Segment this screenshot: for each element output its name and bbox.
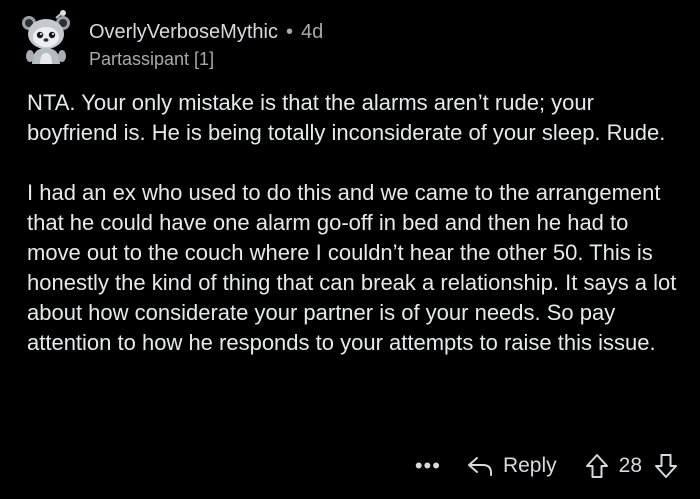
author-username[interactable]: OverlyVerboseMythic [89,19,278,45]
user-flair: Partassipant [1] [89,49,215,69]
comment-paragraph: NTA. Your only mistake is that the alarm… [27,90,666,145]
snoo-avatar-icon [22,10,70,64]
downvote-arrow-icon[interactable] [654,453,678,479]
more-options-button[interactable]: ••• [415,455,441,477]
reply-button[interactable]: Reply [467,454,557,478]
meta-separator: • [285,21,293,43]
avatar[interactable] [18,10,74,66]
comment-actions: ••• Reply 28 [415,449,678,483]
comment-age: 4d [300,21,324,43]
vote-score: 28 [618,454,642,477]
reply-label: Reply [502,454,557,477]
upvote-arrow-icon[interactable] [585,453,609,479]
vote-controls: 28 [585,453,678,479]
comment: OverlyVerboseMythic • 4d Partassipant [1… [0,0,700,499]
comment-meta: OverlyVerboseMythic • 4d Partassipant [1… [89,19,323,70]
reply-arrow-icon [467,457,492,476]
comment-paragraph: I had an ex who used to do this and we c… [27,180,677,355]
comment-header: OverlyVerboseMythic • 4d [89,19,323,45]
comment-body: NTA. Your only mistake is that the alarm… [27,88,682,358]
